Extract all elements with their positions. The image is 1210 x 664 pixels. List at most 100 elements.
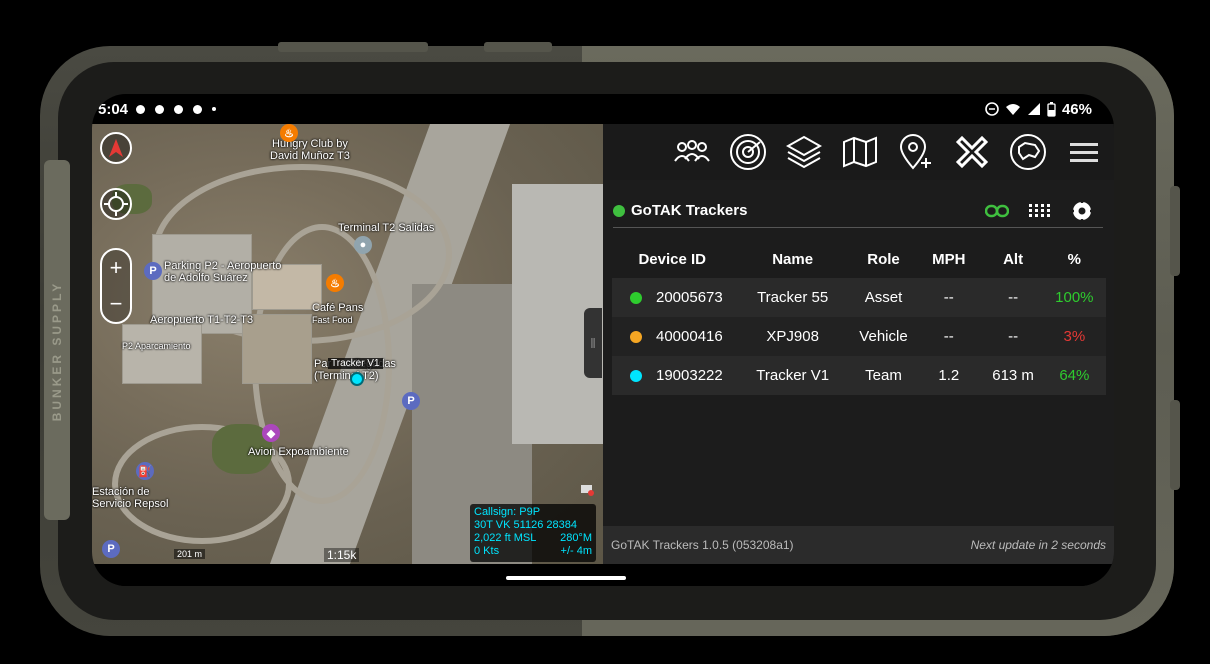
notification-icon bbox=[155, 104, 165, 114]
panel-title: GoTAK Trackers bbox=[631, 202, 748, 219]
column-header-role[interactable]: Role bbox=[853, 240, 914, 278]
link-icon[interactable] bbox=[985, 204, 1009, 218]
map-label: Café Pans bbox=[312, 302, 364, 314]
case-side-button bbox=[1170, 400, 1180, 490]
device-id-cell: 19003222 bbox=[612, 356, 732, 395]
notification-icon bbox=[193, 104, 203, 114]
parking-building bbox=[122, 324, 202, 384]
status-icons: 46% bbox=[985, 101, 1092, 118]
name-cell: XPJ908 bbox=[766, 328, 819, 345]
zoom-in-button[interactable]: + bbox=[110, 255, 123, 281]
device-id-cell: 40000416 bbox=[612, 317, 732, 356]
layers-button[interactable] bbox=[784, 132, 824, 172]
mph-cell: -- bbox=[943, 328, 954, 345]
maps-button[interactable] bbox=[840, 132, 880, 172]
column-header-mph[interactable]: MPH bbox=[914, 240, 983, 278]
trackers-panel: GoTAK Trackers Device ID Name Role MPH A… bbox=[603, 180, 1114, 564]
notification-icon bbox=[136, 104, 146, 114]
column-header-percent[interactable]: % bbox=[1043, 240, 1106, 278]
map-label: Estación de Servicio Repsol bbox=[92, 486, 169, 510]
device-id: 40000416 bbox=[656, 328, 723, 345]
table-row[interactable]: 20005673 Tracker 55 Asset -- -- 100% bbox=[612, 278, 1106, 317]
contacts-icon bbox=[674, 140, 710, 162]
table-row[interactable]: 40000416 XPJ908 Vehicle -- -- 3% bbox=[612, 317, 1106, 356]
compass-icon bbox=[109, 139, 123, 157]
panel-header-actions bbox=[985, 199, 1103, 222]
battery-percent: 46% bbox=[1061, 100, 1092, 118]
role-cell: Asset bbox=[864, 289, 903, 306]
parking-poi-icon[interactable]: P bbox=[144, 262, 162, 280]
hamburger-menu-icon bbox=[1070, 143, 1098, 162]
battery-cell: 100% bbox=[1055, 289, 1094, 306]
callsign: Callsign: P9P bbox=[474, 506, 541, 518]
panel-resize-handle[interactable]: ‖ bbox=[584, 308, 602, 378]
version-label: GoTAK Trackers 1.0.5 (053208a1) bbox=[611, 538, 794, 552]
scale-ratio: 1:15k bbox=[324, 548, 360, 562]
self-info-box[interactable]: Callsign: P9P 30T VK 51126 28384 2,022 f… bbox=[470, 504, 596, 562]
locate-button[interactable] bbox=[100, 188, 132, 220]
terminal-poi-icon[interactable]: ● bbox=[354, 236, 372, 254]
tracker-marker[interactable] bbox=[350, 372, 364, 386]
map-view[interactable]: Hungry Club by David Muñoz T3 Terminal T… bbox=[92, 124, 603, 564]
role-cell: Vehicle bbox=[859, 328, 908, 345]
parking-poi-icon[interactable]: P bbox=[102, 540, 120, 558]
home-indicator[interactable] bbox=[506, 576, 626, 580]
table-row[interactable]: 19003222 Tracker V1 Team 1.2 613 m 64% bbox=[612, 356, 1106, 395]
scale-distance: 201 m bbox=[174, 549, 206, 559]
attraction-poi-icon[interactable]: ◆ bbox=[262, 424, 280, 442]
map-label: Aeropuerto T1-T2-T3 bbox=[150, 314, 254, 326]
column-header-name[interactable]: Name bbox=[732, 240, 852, 278]
map-icon bbox=[843, 136, 877, 168]
dog-tracker-button[interactable] bbox=[1008, 132, 1048, 172]
map-label: Avion Expoambiente bbox=[248, 446, 349, 458]
column-header-device-id[interactable]: Device ID bbox=[612, 240, 732, 278]
crosshair-icon bbox=[104, 192, 128, 216]
restaurant-poi-icon[interactable]: ♨ bbox=[326, 274, 344, 292]
add-marker-button[interactable] bbox=[896, 132, 936, 172]
speed: 0 Kts bbox=[474, 545, 500, 557]
main-menu-button[interactable] bbox=[1064, 132, 1104, 172]
fuel-poi-icon[interactable]: ⛽ bbox=[136, 462, 154, 480]
contacts-button[interactable] bbox=[672, 132, 712, 172]
table-header-row: Device ID Name Role MPH Alt % bbox=[612, 240, 1106, 278]
navigation-bar bbox=[92, 564, 1114, 586]
close-tool-button[interactable] bbox=[952, 132, 992, 172]
brand-label: BUNKER SUPPLY bbox=[50, 280, 64, 422]
device-id-cell: 20005673 bbox=[612, 278, 732, 317]
restaurant-poi-icon[interactable]: ♨ bbox=[280, 124, 298, 142]
case-side-button bbox=[1170, 186, 1180, 276]
status-time: 5:04 bbox=[98, 100, 129, 118]
gear-icon[interactable] bbox=[1071, 199, 1093, 222]
case-top-button bbox=[484, 42, 552, 52]
parking-poi-icon[interactable]: P bbox=[402, 392, 420, 410]
status-dot bbox=[630, 370, 642, 383]
alt-cell: -- bbox=[1008, 328, 1019, 345]
device-id: 19003222 bbox=[656, 367, 723, 384]
compass-button[interactable] bbox=[100, 132, 132, 164]
device-id: 20005673 bbox=[656, 289, 723, 306]
map-label: Parking P2 - Aeropuerto de Adolfo Suárez bbox=[164, 260, 282, 284]
map-label: Hungry Club by David Muñoz T3 bbox=[270, 138, 350, 162]
map-label: Fast Food bbox=[312, 315, 353, 325]
dog-tracker-icon bbox=[1010, 134, 1046, 170]
zoom-control: + − bbox=[100, 248, 132, 324]
battery-cell: 3% bbox=[1063, 328, 1086, 345]
layers-icon bbox=[786, 135, 822, 169]
role-cell: Team bbox=[865, 367, 902, 384]
radar-icon bbox=[730, 134, 766, 170]
device-screen: 5:04 46% Hungry Club by David Muñoz T3 T… bbox=[92, 94, 1114, 586]
panel-footer: GoTAK Trackers 1.0.5 (053208a1) Next upd… bbox=[603, 526, 1114, 564]
status-dot bbox=[630, 292, 642, 305]
signal-icon bbox=[1027, 103, 1040, 115]
trackers-table: Device ID Name Role MPH Alt % 20005673 Tr… bbox=[612, 240, 1106, 395]
status-bar: 5:04 46% bbox=[92, 94, 1114, 124]
radar-button[interactable] bbox=[728, 132, 768, 172]
camera-icon[interactable] bbox=[580, 482, 594, 496]
column-header-alt[interactable]: Alt bbox=[984, 240, 1043, 278]
connection-status-icon bbox=[613, 204, 625, 217]
grid-icon[interactable] bbox=[1029, 203, 1051, 218]
case-top-button bbox=[278, 42, 428, 52]
zoom-out-button[interactable]: − bbox=[110, 291, 123, 317]
mph-cell: 1.2 bbox=[938, 367, 960, 384]
name-cell: Tracker V1 bbox=[756, 367, 830, 384]
